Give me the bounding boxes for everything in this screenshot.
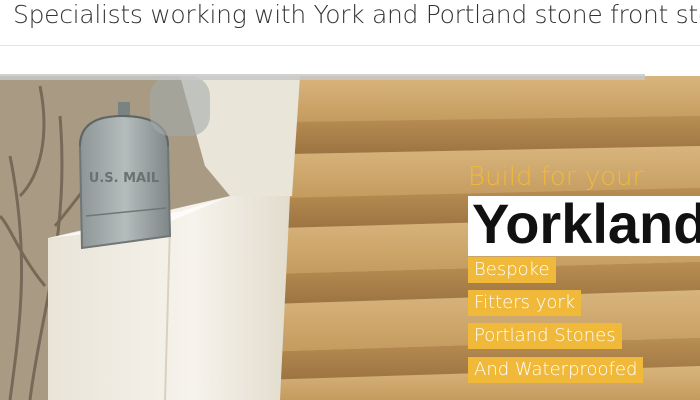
tag-bespoke: Bespoke	[468, 257, 556, 283]
tag-waterproofed: And Waterproofed	[468, 357, 644, 383]
brand-name: Yorkland	[472, 196, 700, 255]
brand-box: Yorkland	[468, 196, 700, 256]
page-headline: Specialists working with York and Portla…	[13, 0, 700, 29]
tag-portland-stones: Portland Stones	[468, 323, 622, 349]
header-shadow-strip	[0, 74, 645, 80]
hero-lead-text: Build for your	[468, 162, 644, 192]
mailbox-label: U.S. MAIL	[89, 171, 159, 186]
top-header: Specialists working with York and Portla…	[0, 0, 700, 46]
tag-fitters-york: Fitters york	[468, 290, 582, 316]
